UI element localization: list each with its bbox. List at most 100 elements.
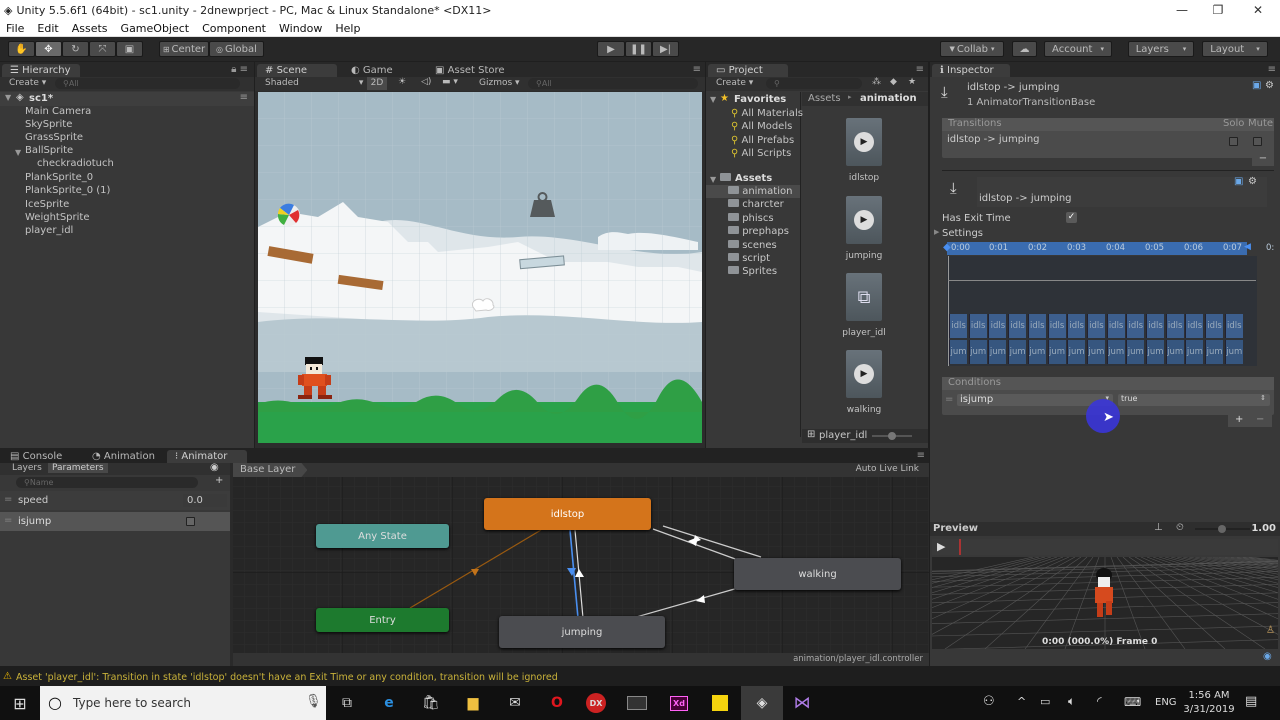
menu-component[interactable]: Component [196, 22, 273, 35]
breadcrumb-assets[interactable]: Assets [808, 93, 841, 104]
file-explorer-button[interactable]: ▆ [452, 686, 494, 720]
filter-type-icon[interactable]: ⁂ [872, 77, 881, 87]
menu-assets[interactable]: Assets [66, 22, 115, 35]
favorite-star-icon[interactable]: ★ [908, 77, 916, 87]
lighting-toggle-icon[interactable]: ☀ [398, 77, 406, 87]
state-entry[interactable]: Entry [316, 608, 449, 632]
task-view-button[interactable]: ⧉ [326, 686, 368, 720]
scale-tool-button[interactable]: ⤧ [89, 41, 116, 57]
hierarchy-item[interactable]: Main Camera [25, 106, 91, 117]
add-parameter-button[interactable]: + [215, 475, 223, 486]
drag-handle-icon[interactable]: = [4, 494, 12, 505]
people-icon[interactable]: ⚇ [983, 694, 995, 709]
mail-button[interactable]: ✉ [494, 686, 536, 720]
slider-thumb[interactable] [1218, 525, 1226, 533]
folder-item[interactable]: phiscs [728, 212, 792, 225]
microphone-icon[interactable]: 🎙︎ [305, 694, 322, 709]
opera-button[interactable]: O [536, 686, 578, 720]
unity-taskbar-button[interactable]: ◈ [741, 686, 783, 720]
create-dropdown[interactable]: Create ▾ [716, 78, 753, 88]
remove-transition-button[interactable]: − [1252, 154, 1274, 166]
condition-value-dropdown[interactable]: true ⇕ [1118, 394, 1270, 406]
parameter-search-input[interactable]: ⚲Name [16, 477, 198, 488]
sticky-notes-button[interactable] [699, 686, 741, 720]
status-bar[interactable]: ⚠ Asset 'player_idl': Transition in stat… [0, 666, 1280, 686]
tab-project[interactable]: ▭ Project [708, 64, 788, 77]
hierarchy-search-input[interactable]: ⚲All [55, 78, 240, 89]
tab-console[interactable]: ▤ Console [2, 450, 82, 463]
asset-jumping[interactable]: ▶ jumping [824, 196, 904, 261]
asset-walking[interactable]: ▶ walking [824, 350, 904, 415]
tab-hierarchy[interactable]: ☰ Hierarchy [2, 64, 80, 77]
taskbar-search-input[interactable]: ○ Type here to search 🎙︎ [40, 686, 326, 720]
restore-icon[interactable]: ❐ [1200, 0, 1236, 20]
gear-icon[interactable]: ⚙ [1265, 80, 1274, 91]
asset-player-idl[interactable]: ⧉ player_idl [824, 273, 904, 338]
help-icon[interactable]: ▣ [1234, 176, 1243, 187]
hierarchy-item[interactable]: IceSprite [25, 199, 69, 210]
drag-handle-icon[interactable]: = [4, 515, 12, 526]
hierarchy-item[interactable]: PlankSprite_0 (1) [25, 185, 110, 196]
timeline-end-marker-icon[interactable]: ◀ [1244, 242, 1251, 252]
minimize-icon[interactable]: — [1164, 0, 1200, 20]
folder-item[interactable]: animation [728, 185, 792, 198]
parameter-row[interactable]: = speed 0.0 [0, 491, 230, 510]
auto-live-link-toggle[interactable]: Auto Live Link [856, 464, 919, 474]
preview-viewport[interactable]: 0:00 (000.0%) Frame 0 ♙ [932, 557, 1278, 649]
favorite-item[interactable]: ⚲ All Materials [731, 107, 803, 120]
source-state-track[interactable]: idls idls idls idls idls idls idls idls idls idls… [949, 314, 1245, 338]
avatar-icon[interactable]: ♙ [1266, 625, 1275, 636]
tab-asset-store[interactable]: ▣ Asset Store [427, 64, 527, 77]
hierarchy-item[interactable]: SkySprite [25, 119, 72, 130]
state-any-state[interactable]: Any State [316, 524, 449, 548]
scene-canvas[interactable] [258, 92, 702, 443]
edge-button[interactable]: e [368, 686, 410, 720]
audio-toggle-icon[interactable]: ◁) [421, 77, 431, 87]
animator-graph[interactable]: Base Layer Auto Live Link idlstop Any St… [233, 463, 929, 666]
account-dropdown[interactable]: Account ▾ [1044, 41, 1112, 57]
lock-icon[interactable]: 🔒︎ ≡ [231, 64, 248, 75]
panel-menu-icon[interactable]: ≡ [917, 450, 925, 461]
drag-handle-icon[interactable]: = [945, 394, 953, 405]
battery-icon[interactable]: ▭ [1040, 695, 1050, 708]
expand-arrow-icon[interactable]: ▼ [5, 93, 11, 102]
effects-dropdown-icon[interactable]: ▬ ▾ [442, 77, 458, 87]
visual-studio-button[interactable]: ⋈ [781, 686, 823, 720]
gizmos-dropdown[interactable]: Gizmos ▾ [479, 78, 520, 88]
pivot-toggle[interactable]: ⊞ Center [159, 41, 209, 57]
expand-arrow-icon[interactable]: ▶ [934, 228, 939, 236]
hierarchy-item[interactable]: WeightSprite [25, 212, 90, 223]
favorite-item[interactable]: ⚲ All Scripts [731, 147, 803, 160]
show-hidden-icons-chevron[interactable]: ^ [1017, 695, 1026, 708]
menu-gameobject[interactable]: GameObject [115, 22, 197, 35]
volume-icon[interactable]: 🔈︎ [1068, 694, 1075, 709]
panel-menu-icon[interactable]: ≡ [693, 64, 701, 75]
folder-item[interactable]: Sprites [728, 265, 792, 278]
folder-item[interactable]: charcter [728, 198, 792, 211]
parameter-row[interactable]: = isjump [0, 512, 230, 531]
tab-animation[interactable]: ◔ Animation [84, 450, 164, 463]
menu-file[interactable]: File [0, 22, 31, 35]
expand-arrow-icon[interactable]: ▼ [15, 148, 21, 157]
speed-value-field[interactable]: 0.0 [183, 494, 227, 507]
state-walking[interactable]: walking [734, 558, 901, 590]
remove-condition-button[interactable]: − [1256, 414, 1264, 425]
expand-arrow-icon[interactable]: ▼ [710, 95, 716, 104]
preview-playhead[interactable] [959, 539, 961, 555]
cloud-button[interactable]: ☁ [1012, 41, 1037, 57]
wifi-icon[interactable]: ◜ [1097, 694, 1102, 708]
terminal-button[interactable] [616, 686, 658, 720]
timeline-start-marker-icon[interactable]: ◆ [943, 242, 951, 253]
menu-help[interactable]: Help [329, 22, 367, 35]
close-icon[interactable]: ✕ [1240, 0, 1276, 20]
gear-icon[interactable]: ⚙ [1248, 176, 1257, 187]
step-button[interactable]: ▶| [652, 41, 679, 57]
tab-inspector[interactable]: ℹ Inspector [932, 64, 1010, 77]
rotate-tool-button[interactable]: ↻ [62, 41, 89, 57]
slider-thumb[interactable] [888, 432, 896, 440]
state-idlstop[interactable]: idlstop [484, 498, 651, 530]
tab-scene[interactable]: # Scene [257, 64, 337, 77]
scene-search-input[interactable]: ⚲All [528, 78, 698, 89]
asset-idlstop[interactable]: ▶ idlstop [824, 118, 904, 183]
rect-tool-button[interactable]: ▣ [116, 41, 143, 57]
